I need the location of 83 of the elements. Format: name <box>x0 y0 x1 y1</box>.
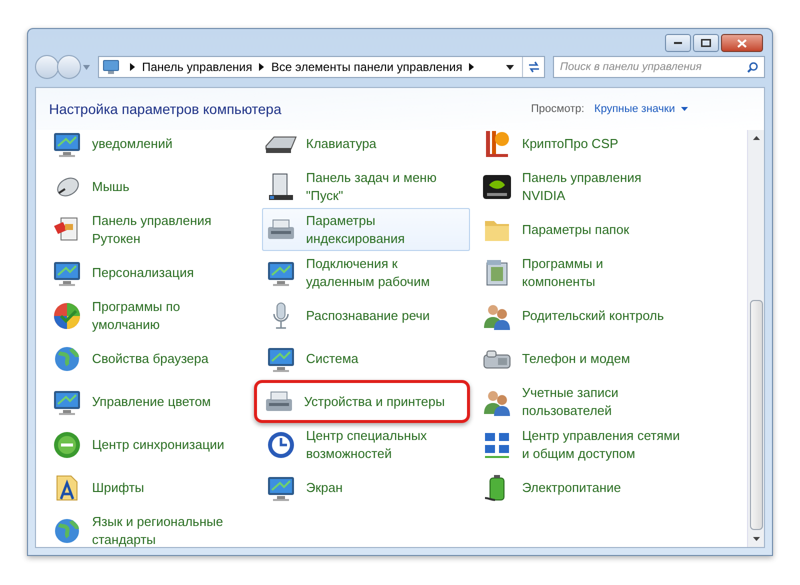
item-label: Язык и региональные стандарты <box>92 512 224 547</box>
control-panel-item[interactable]: Шрифты <box>48 466 254 509</box>
control-panel-item[interactable]: Свойства браузера <box>48 337 254 380</box>
control-panel-item[interactable]: Управление цветом <box>48 380 254 423</box>
scroll-down-icon[interactable] <box>752 537 760 541</box>
scrollbar[interactable] <box>747 130 764 547</box>
control-panel-item[interactable]: Центр управления сетями и общим доступом <box>478 423 730 466</box>
minimize-icon <box>674 42 682 44</box>
control-panel-item[interactable]: Распознавание речи <box>262 294 470 337</box>
breadcrumb-arrow-icon[interactable] <box>469 63 474 71</box>
item-label: Родительский контроль <box>522 306 664 324</box>
item-label: Параметры папок <box>522 220 630 238</box>
item-label: Подключения к удаленным рабочим <box>306 254 430 290</box>
close-icon <box>737 38 747 48</box>
scroll-up-icon[interactable] <box>752 136 760 140</box>
item-label: Телефон и модем <box>522 350 630 368</box>
control-panel-item[interactable]: Устройства и принтеры <box>254 380 470 423</box>
control-panel-item[interactable]: Панель задач и меню "Пуск" <box>262 165 470 208</box>
maximize-icon <box>701 39 711 47</box>
dropdown-arrow-icon[interactable] <box>506 64 514 70</box>
control-panel-item[interactable]: Параметры индексирования <box>262 208 470 251</box>
item-label: Панель задач и меню "Пуск" <box>306 168 437 204</box>
control-panel-item[interactable]: Телефон и модем <box>478 337 730 380</box>
control-panel-item[interactable]: Клавиатура <box>262 130 470 165</box>
control-panel-item[interactable]: Программы и компоненты <box>478 251 730 294</box>
control-panel-item[interactable]: Электропитание <box>478 466 730 509</box>
search-icon <box>747 62 758 72</box>
item-label: Панель управления Рутокен <box>92 212 212 248</box>
control-panel-item[interactable]: Центр специальных возможностей <box>262 423 470 466</box>
item-label: Распознавание речи <box>306 306 430 324</box>
scroll-thumb[interactable] <box>750 300 762 530</box>
control-panel-item[interactable]: Центр синхронизации <box>48 423 254 466</box>
item-label: уведомлений <box>92 134 172 152</box>
item-label: КриптоПро CSP <box>522 134 618 152</box>
address-bar[interactable]: Панель управления Все элементы панели управления <box>98 56 545 78</box>
item-label: Программы по умолчанию <box>92 298 180 334</box>
breadcrumb-arrow-icon[interactable] <box>259 63 264 71</box>
breadcrumb-arrow-icon[interactable] <box>130 63 135 71</box>
item-label: Свойства браузера <box>92 350 208 368</box>
item-label: Параметры индексирования <box>306 212 405 248</box>
page-title: Настройка параметров компьютера <box>49 100 282 119</box>
item-label: Клавиатура <box>306 134 376 152</box>
close-button[interactable] <box>721 34 763 52</box>
refresh-icon <box>526 61 540 73</box>
view-dropdown[interactable]: Крупные значки <box>594 100 688 118</box>
search-field[interactable]: Поиск в панели управления <box>553 56 765 78</box>
control-panel-item[interactable]: уведомлений <box>48 130 254 165</box>
item-label: Учетные записи пользователей <box>522 384 618 420</box>
item-label: Центр специальных возможностей <box>306 426 427 462</box>
item-label: Шрифты <box>92 478 144 496</box>
item-label: Управление цветом <box>92 392 211 410</box>
control-panel-icon <box>103 60 119 74</box>
item-label: Экран <box>306 478 343 496</box>
item-label: Устройства и принтеры <box>304 392 445 410</box>
item-label: Персонализация <box>92 264 194 282</box>
breadcrumb[interactable]: Панель управления <box>142 58 252 76</box>
item-label: Мышь <box>92 178 130 196</box>
control-panel-item[interactable]: КриптоПро CSP <box>478 130 730 165</box>
control-panel-item[interactable]: Программы по умолчанию <box>48 294 254 337</box>
item-label: Система <box>306 350 358 368</box>
breadcrumb[interactable]: Все элементы панели управления <box>271 58 462 76</box>
view-label: Просмотр: <box>531 102 584 117</box>
control-panel-item[interactable]: Панель управления Рутокен <box>48 208 254 251</box>
control-panel-item[interactable]: Язык и региональные стандарты <box>48 509 254 547</box>
control-panel-item[interactable]: Персонализация <box>48 251 254 294</box>
control-panel-item[interactable]: Система <box>262 337 470 380</box>
control-panel-item[interactable]: Родительский контроль <box>478 294 730 337</box>
maximize-button[interactable] <box>693 34 719 52</box>
caret-icon <box>681 107 688 111</box>
control-panel-item[interactable]: Параметры папок <box>478 208 730 251</box>
item-label: Электропитание <box>522 478 621 496</box>
item-label: Центр синхронизации <box>92 436 224 454</box>
search-input[interactable]: Поиск в панели управления <box>560 58 747 76</box>
control-panel-item[interactable]: Подключения к удаленным рабочим <box>262 251 470 294</box>
item-label: Центр управления сетями и общим доступом <box>522 426 680 462</box>
control-panel-item[interactable]: Учетные записи пользователей <box>478 380 730 423</box>
monitor-icon <box>51 130 83 160</box>
minimize-button[interactable] <box>665 34 691 52</box>
control-panel-item[interactable]: Панель управления NVIDIA <box>478 165 730 208</box>
control-panel-item[interactable]: Экран <box>262 466 470 509</box>
item-label: Программы и компоненты <box>522 254 604 290</box>
item-label: Панель управления NVIDIA <box>522 168 642 204</box>
control-panel-item[interactable]: Мышь <box>48 165 254 208</box>
